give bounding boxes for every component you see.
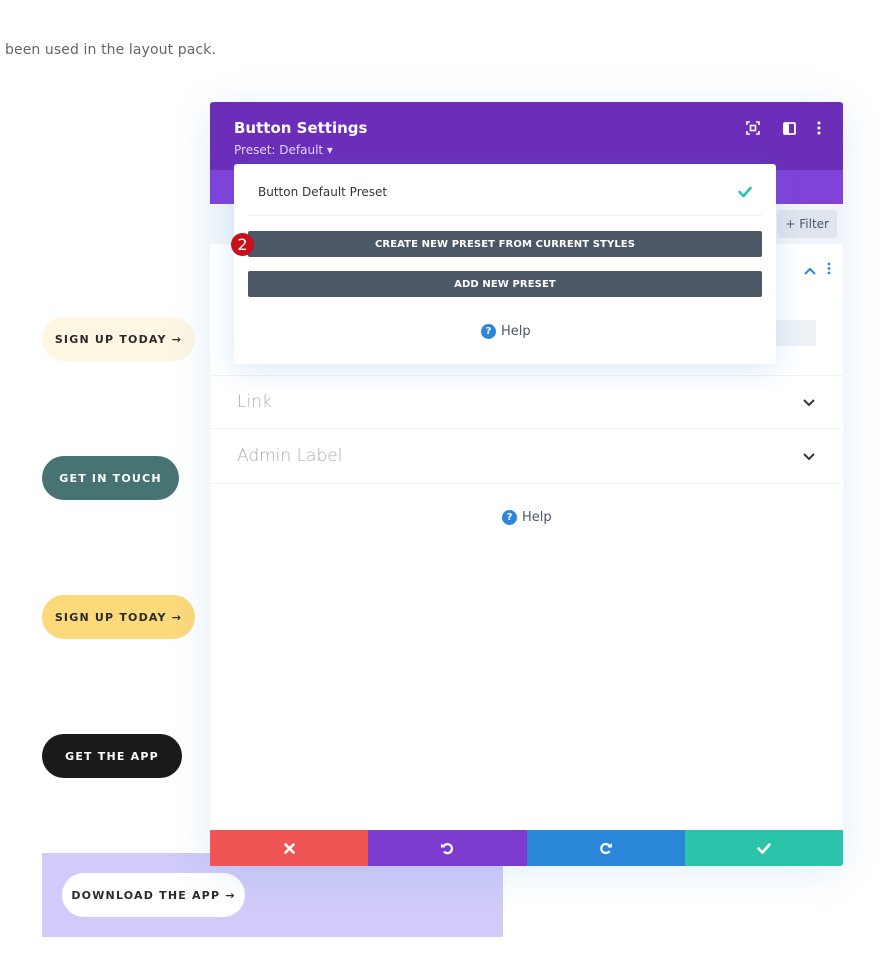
preset-item-default[interactable]: Button Default Preset [234,164,776,216]
chevron-down-icon[interactable] [803,448,817,462]
modal-header: Button Settings Preset: Default ▾ [210,102,843,170]
section-link[interactable]: Link [210,375,843,429]
modal-footer [210,830,843,866]
modal-title: Button Settings [234,119,368,137]
check-icon [738,185,752,198]
intro-text: been used in the layout pack. [5,42,216,58]
filter-button[interactable]: + Filter [777,210,837,238]
download-the-app-button[interactable]: DOWNLOAD THE APP → [62,873,245,917]
cancel-icon [283,842,295,854]
divider [248,215,762,216]
text-field-partial[interactable] [770,320,816,346]
section-admin-label[interactable]: Admin Label [210,430,843,484]
create-preset-from-styles-button[interactable]: CREATE NEW PRESET FROM CURRENT STYLES [248,231,762,257]
split-view-icon[interactable] [781,120,797,136]
add-new-preset-button[interactable]: ADD NEW PRESET [248,271,762,297]
cancel-button[interactable] [210,830,369,866]
dropdown-help-link[interactable]: ? Help [481,324,531,339]
help-icon: ? [502,510,517,525]
step-number-badge: 2 [231,233,254,256]
preset-item-label: Button Default Preset [258,185,388,199]
help-label: Help [501,324,531,339]
check-icon [757,842,771,854]
redo-button[interactable] [526,830,685,866]
get-in-touch-button[interactable]: GET IN TOUCH [42,456,179,500]
section-more-icon[interactable] [827,262,831,278]
button-settings-modal: Button Settings Preset: Default ▾ + Filt… [210,102,843,866]
preset-selector[interactable]: Preset: Default ▾ [234,143,333,157]
redo-icon [599,842,612,855]
help-label: Help [522,510,552,525]
undo-button[interactable] [368,830,527,866]
preset-dropdown: Button Default Preset CREATE NEW PRESET … [234,164,776,364]
chevron-down-icon[interactable] [803,394,817,408]
get-the-app-button[interactable]: GET THE APP [42,734,182,778]
sign-up-today-button-yellow[interactable]: SIGN UP TODAY → [42,595,195,639]
section-title-link: Link [237,392,272,412]
help-icon: ? [481,324,496,339]
chevron-up-icon[interactable] [804,264,816,278]
help-link[interactable]: ? Help [502,510,552,525]
save-button[interactable] [684,830,843,866]
section-title-admin-label: Admin Label [237,446,343,466]
more-vertical-icon[interactable] [811,120,827,136]
undo-icon [441,843,454,855]
focus-icon[interactable] [745,120,761,136]
sign-up-today-button-cream[interactable]: SIGN UP TODAY → [42,317,195,361]
